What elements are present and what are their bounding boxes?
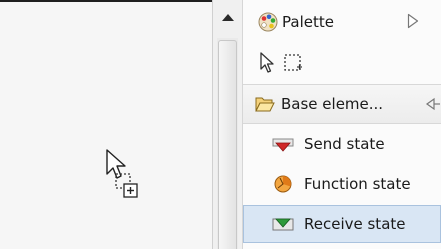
receive-state-icon: [272, 218, 294, 231]
palette-tools-row: [243, 44, 441, 82]
folder-open-icon: [255, 97, 275, 112]
palette-entry-receive-state[interactable]: Receive state: [243, 205, 441, 243]
palette-icon: [258, 12, 278, 32]
canvas-border: [0, 0, 212, 2]
arrow-select-icon[interactable]: [258, 52, 278, 74]
palette-title: Palette: [282, 13, 334, 31]
collapse-triangle-icon[interactable]: [407, 13, 419, 29]
triangle-up-icon: [221, 14, 234, 21]
palette-panel: Palette Base eleme... Send state Functio…: [243, 0, 441, 249]
drawer-label: Base eleme...: [281, 95, 384, 113]
palette-entry-function-state[interactable]: Function state: [243, 165, 441, 203]
scroll-up-button[interactable]: [213, 0, 242, 34]
pin-icon[interactable]: [425, 95, 441, 113]
palette-entry-send-state[interactable]: Send state: [243, 125, 441, 163]
entry-label: Function state: [304, 175, 411, 193]
palette-drawer-base-elements[interactable]: Base eleme...: [243, 84, 441, 124]
scroll-thumb[interactable]: [218, 40, 237, 249]
marquee-icon[interactable]: [283, 52, 303, 74]
function-state-icon: [274, 175, 292, 193]
canvas-vertical-scrollbar[interactable]: [212, 0, 243, 249]
send-state-icon: [272, 138, 294, 152]
entry-label: Receive state: [304, 215, 406, 233]
entry-label: Send state: [304, 135, 385, 153]
drag-add-cursor-icon: [106, 149, 138, 198]
palette-header[interactable]: Palette: [243, 0, 441, 42]
diagram-canvas[interactable]: [0, 0, 212, 249]
